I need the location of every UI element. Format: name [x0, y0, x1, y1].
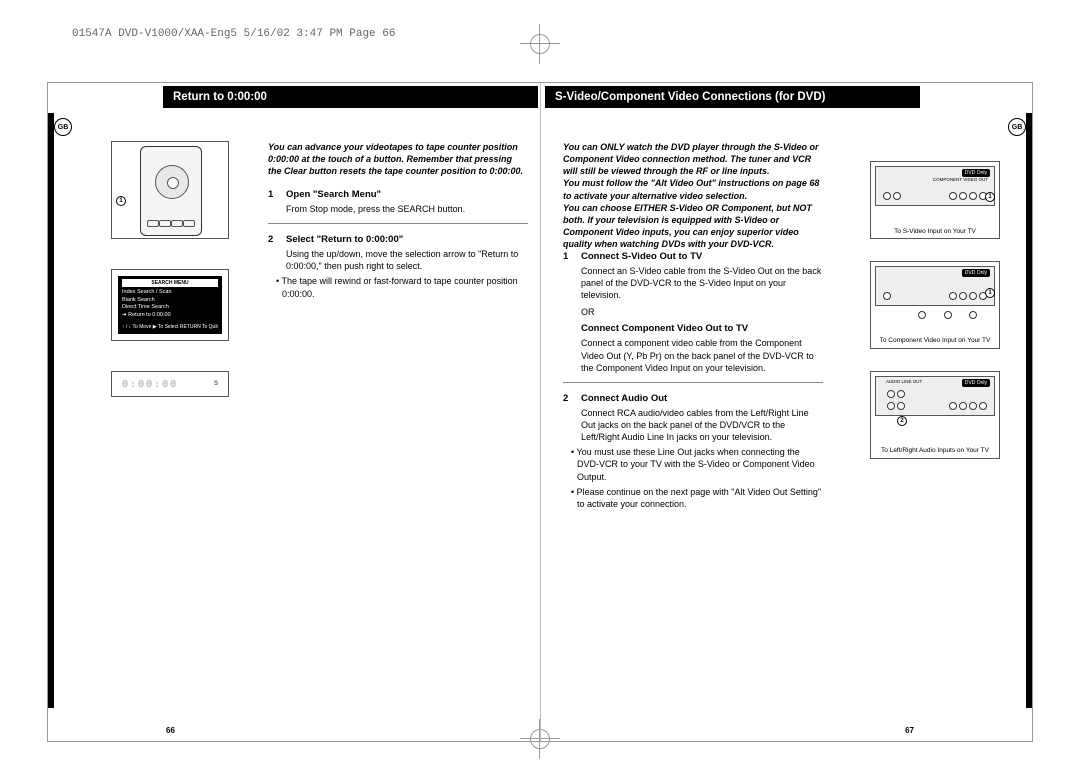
right-page: GB S-Video/Component Video Connections (…: [540, 83, 1032, 741]
intro-text-right: You can ONLY watch the DVD player throug…: [563, 141, 823, 250]
jack-icon: [897, 402, 905, 410]
step-1: 1 Connect S-Video Out to TV Connect an S…: [563, 251, 823, 383]
diagram-caption: To S-Video Input on Your TV: [871, 228, 999, 235]
step-body: Using the up/down, move the selection ar…: [286, 248, 528, 272]
back-panel: DVD Only COMPONENT VIDEO OUT: [875, 166, 995, 206]
jack-icon: [959, 292, 967, 300]
menu-title: SEARCH MENU: [122, 279, 218, 287]
or-text: OR: [581, 307, 823, 317]
jack-icon: [893, 192, 901, 200]
step-bullet: • The tape will rewind or fast-forward t…: [276, 275, 528, 299]
page-number-right: 67: [905, 726, 914, 735]
dvd-only-tag: DVD Only: [962, 379, 990, 387]
step-title: Connect S-Video Out to TV: [581, 251, 702, 262]
gb-badge-left: GB: [54, 118, 72, 136]
page-spread: GB Return to 0:00:00 You can advance you…: [47, 82, 1033, 742]
menu-item: ➔ Return to 0:00:00: [122, 312, 218, 320]
step-number: 1: [268, 189, 286, 200]
audio-diagram: DVD Only AUDIO LINE OUT 2 To: [870, 371, 1000, 459]
jack-icon: [918, 311, 926, 319]
dvd-only-tag: DVD Only: [962, 269, 990, 277]
callout-2: 2: [897, 416, 907, 426]
step-body: Connect an S-Video cable from the S-Vide…: [581, 265, 823, 301]
menu-item: Blank Search: [122, 297, 218, 305]
step-bullet: • Please continue on the next page with …: [571, 486, 823, 510]
search-menu-screen: SEARCH MENU Index Search / Scan Blank Se…: [118, 276, 222, 334]
step-title: Connect Audio Out: [581, 393, 667, 404]
back-panel: DVD Only: [875, 266, 995, 306]
jack-icon: [979, 402, 987, 410]
step-title: Select "Return to 0:00:00": [286, 234, 403, 245]
steps-right: 1 Connect S-Video Out to TV Connect an S…: [563, 251, 823, 528]
vfd-display-illustration: 0:00:00 S: [111, 371, 229, 397]
jack-icon: [969, 402, 977, 410]
jack-icon: [969, 311, 977, 319]
jack-icon: [949, 192, 957, 200]
step-2: 2 Connect Audio Out Connect RCA audio/vi…: [563, 393, 823, 518]
step-subtitle: Connect Component Video Out to TV: [581, 323, 748, 334]
back-panel: DVD Only AUDIO LINE OUT: [875, 376, 995, 416]
print-header: 01547A DVD-V1000/XAA-Eng5 5/16/02 3:47 P…: [72, 28, 395, 40]
jack-icon: [949, 292, 957, 300]
jack-icon: [883, 192, 891, 200]
jack-icon: [887, 402, 895, 410]
intro-text-left: You can advance your videotapes to tape …: [268, 141, 528, 177]
step-sub-body: Connect a component video cable from the…: [581, 337, 823, 373]
remote-illustration: 1: [111, 141, 229, 239]
jack-icon: [887, 390, 895, 398]
jack-icon: [959, 192, 967, 200]
vfd-digits: 0:00:00: [122, 379, 178, 390]
menu-item: Index Search / Scan: [122, 289, 218, 297]
jack-icon: [969, 192, 977, 200]
jack-icon: [949, 402, 957, 410]
svideo-diagram: DVD Only COMPONENT VIDEO OUT 1 To S-Vide…: [870, 161, 1000, 239]
jack-icon: [959, 402, 967, 410]
steps-left: 1 Open "Search Menu" From Stop mode, pre…: [268, 189, 528, 318]
edge-tab-right: [1026, 113, 1032, 708]
step-number: 2: [563, 393, 581, 404]
page-number-left: 66: [166, 726, 175, 735]
registration-mark-top: [520, 24, 560, 64]
step-body: From Stop mode, press the SEARCH button.: [286, 203, 528, 215]
callout-1: 1: [985, 288, 995, 298]
diagram-caption: To Left/Right Audio Inputs on Your TV: [871, 447, 999, 455]
remote-body: [140, 146, 202, 236]
callout-1: 1: [116, 196, 126, 206]
left-page: GB Return to 0:00:00 You can advance you…: [48, 83, 540, 741]
step-2: 2 Select "Return to 0:00:00" Using the u…: [268, 234, 528, 308]
page-title-right: S-Video/Component Video Connections (for…: [545, 86, 920, 108]
jack-icon: [969, 292, 977, 300]
callout-1: 1: [985, 192, 995, 202]
edge-tab-left: [48, 113, 54, 708]
menu-footer: ↑ / ↓ To Move ▶ To Select RETURN To Quit: [122, 324, 218, 330]
panel-label: COMPONENT VIDEO OUT: [933, 177, 988, 182]
page-title-left: Return to 0:00:00: [163, 86, 538, 108]
menu-item: Direct Time Search: [122, 304, 218, 312]
jack-icon: [897, 390, 905, 398]
dpad-icon: [155, 165, 189, 199]
gb-badge-right: GB: [1008, 118, 1026, 136]
dvd-only-tag: DVD Only: [962, 169, 990, 177]
jack-icon: [883, 292, 891, 300]
panel-label: AUDIO LINE OUT: [886, 379, 922, 384]
diagram-caption: To Component Video Input on Your TV: [871, 337, 999, 345]
jack-icon: [944, 311, 952, 319]
step-title: Open "Search Menu": [286, 189, 381, 200]
step-number: 2: [268, 234, 286, 245]
step-bullet: • You must use these Line Out jacks when…: [571, 446, 823, 482]
component-diagram: DVD Only 1 To Component Video Input on Y…: [870, 261, 1000, 349]
vfd-indicator: S: [214, 381, 218, 387]
step-1: 1 Open "Search Menu" From Stop mode, pre…: [268, 189, 528, 224]
step-body: Connect RCA audio/video cables from the …: [581, 407, 823, 443]
step-number: 1: [563, 251, 581, 262]
screen-menu-illustration: SEARCH MENU Index Search / Scan Blank Se…: [111, 269, 229, 341]
